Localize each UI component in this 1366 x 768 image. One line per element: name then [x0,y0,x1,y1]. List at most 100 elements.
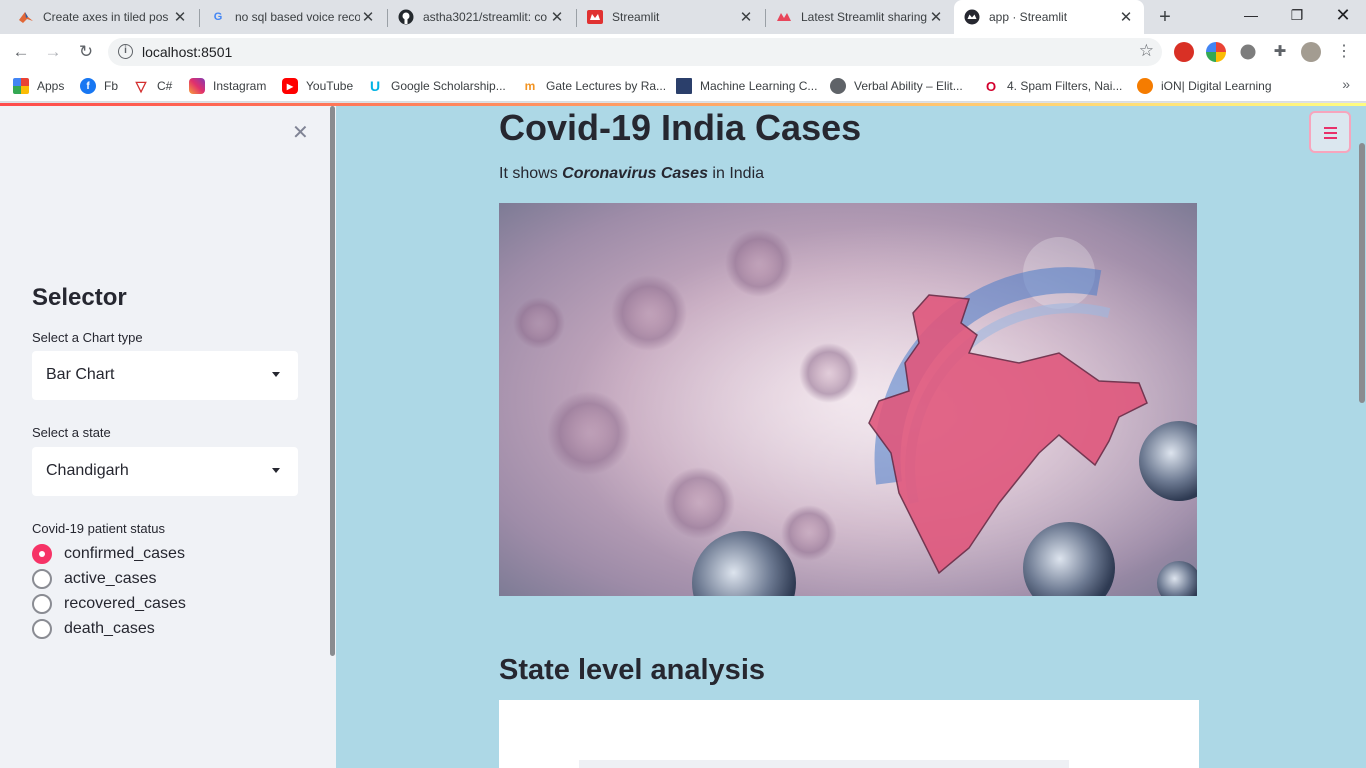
hamburger-menu-icon [1324,127,1337,129]
google-extension-icon[interactable] [1206,42,1226,62]
profile-avatar[interactable] [1301,42,1321,62]
bookmark-csharp[interactable]: ▽ C# [133,77,173,95]
chart-type-label: Select a Chart type [32,330,143,345]
bookmark-label: Apps [37,79,65,93]
radio-death-cases[interactable]: death_cases [32,618,155,640]
bookmark-machine-learning[interactable]: Machine Learning C... [676,77,817,95]
chart-type-value: Bar Chart [46,366,115,383]
radio-label: active_cases [64,570,157,587]
radio-button[interactable] [32,569,52,589]
intro-text: It shows Coronavirus Cases in India [499,165,764,183]
restore-window-icon[interactable]: ❐ [1274,0,1320,32]
bookmark-label: Fb [104,79,119,93]
bookmark-google-scholarship[interactable]: U Google Scholarship... [367,77,506,95]
sidebar-scrollbar[interactable] [330,106,335,656]
tab-label: no sql based voice reco [235,10,360,24]
intro-prefix: It shows [499,165,563,182]
reload-icon[interactable]: ↻ [74,40,98,64]
tab-close-icon[interactable]: ✕ [360,8,376,26]
bookmark-label: Machine Learning C... [700,79,818,93]
new-tab-plus-icon[interactable]: + [1154,6,1176,28]
back-arrow-icon[interactable]: ← [9,40,33,64]
browser-tab-strip: Create axes in tiled pos ✕ G no sql base… [0,0,1366,34]
radio-button-selected[interactable] [32,544,52,564]
dark-mode-extension-icon[interactable] [1240,44,1256,60]
tab-label: app · Streamlit [989,10,1068,24]
radio-label: recovered_cases [64,595,186,612]
section-header: State level analysis [499,654,765,686]
bookmark-label: 4. Spam Filters, Nai... [1007,79,1123,93]
browser-tab[interactable]: astha3021/streamlit: co ✕ [388,0,575,34]
bookmark-apps[interactable]: Apps [13,77,64,95]
streamlit-icon [964,9,980,25]
streamlit-app: ✕ Selector Select a Chart type Bar Chart… [0,103,1366,768]
browser-tab[interactable]: Create axes in tiled pos ✕ [8,0,198,34]
forward-arrow-icon[interactable]: → [41,40,65,64]
close-window-icon[interactable]: ✕ [1320,0,1366,32]
main-menu-button[interactable] [1309,111,1351,153]
tab-close-icon[interactable]: ✕ [172,8,188,26]
main-scrollbar[interactable] [1359,143,1365,403]
bookmark-ion-digital[interactable]: iON| Digital Learning [1137,77,1272,95]
chart-type-select[interactable]: Bar Chart [32,351,298,400]
radio-confirmed-cases[interactable]: confirmed_cases [32,543,185,565]
browser-tab-active[interactable]: app · Streamlit ✕ [954,0,1144,34]
bookmark-star-icon[interactable]: ☆ [1139,41,1154,61]
tab-close-icon[interactable]: ✕ [928,8,944,26]
address-bar[interactable]: i localhost:8501 ☆ [108,38,1162,66]
youtube-icon: ▶ [282,78,298,94]
bookmark-youtube[interactable]: ▶ YouTube [282,77,353,95]
bookmark-verbal-ability[interactable]: Verbal Ability – Elit... [830,77,963,95]
tab-close-icon[interactable]: ✕ [549,8,565,26]
bookmark-label: Verbal Ability – Elit... [854,79,963,93]
coronavirus-india-image [499,203,1197,596]
browser-tab[interactable]: Latest Streamlit sharing ✕ [766,0,954,34]
tab-label: Create axes in tiled pos [43,10,169,24]
chart-toolbar [579,760,1069,768]
bookmark-fb[interactable]: f Fb [80,77,118,95]
bookmark-label: Instagram [213,79,267,93]
radio-recovered-cases[interactable]: recovered_cases [32,593,186,615]
adblock-extension-icon[interactable] [1174,42,1194,62]
minimize-icon[interactable]: — [1228,0,1274,32]
state-select[interactable]: Chandigarh [32,447,298,496]
browser-toolbar: ← → ↻ i localhost:8501 ☆ ✚ ⋮ [0,34,1366,70]
extensions-puzzle-icon[interactable]: ✚ [1268,40,1292,64]
browser-tab[interactable]: Streamlit ✕ [577,0,764,34]
bookmark-gate-lectures[interactable]: m Gate Lectures by Ra... [522,77,666,95]
streamlit-icon [776,9,792,25]
tab-label: Latest Streamlit sharing [801,10,928,24]
matlab-icon [18,9,34,25]
hamburger-menu-icon [1324,137,1337,139]
browser-menu-icon[interactable]: ⋮ [1332,40,1356,64]
tab-close-icon[interactable]: ✕ [1118,8,1134,26]
bookmark-label: YouTube [306,79,354,93]
more-bookmarks-chevron-icon[interactable]: » [1342,76,1350,92]
radio-label: death_cases [64,620,155,637]
facebook-icon: f [80,78,96,94]
bookmark-label: Gate Lectures by Ra... [546,79,667,93]
hamburger-menu-icon [1324,132,1337,134]
state-value: Chandigarh [46,462,129,479]
instagram-icon [189,78,205,94]
bookmark-spam-filters[interactable]: O 4. Spam Filters, Nai... [983,77,1122,95]
bookmark-label: Google Scholarship... [391,79,506,93]
browser-tab[interactable]: G no sql based voice reco ✕ [200,0,386,34]
sidebar: ✕ Selector Select a Chart type Bar Chart… [0,106,336,768]
intro-emphasis: Coronavirus Cases [562,165,708,182]
chevron-down-icon [272,468,280,473]
radio-button[interactable] [32,594,52,614]
page-title: Covid-19 India Cases [499,107,862,148]
patient-status-label: Covid-19 patient status [32,521,165,536]
close-sidebar-icon[interactable]: ✕ [292,120,309,145]
radio-active-cases[interactable]: active_cases [32,568,157,590]
address-url[interactable]: localhost:8501 [142,44,232,60]
chart-container [499,700,1199,768]
bookmark-instagram[interactable]: Instagram [189,77,266,95]
tab-close-icon[interactable]: ✕ [738,8,754,26]
tab-label: Streamlit [612,10,660,24]
site-info-icon[interactable]: i [118,44,133,59]
globe-icon [830,78,846,94]
radio-button[interactable] [32,619,52,639]
bookmark-label: iON| Digital Learning [1161,79,1272,93]
